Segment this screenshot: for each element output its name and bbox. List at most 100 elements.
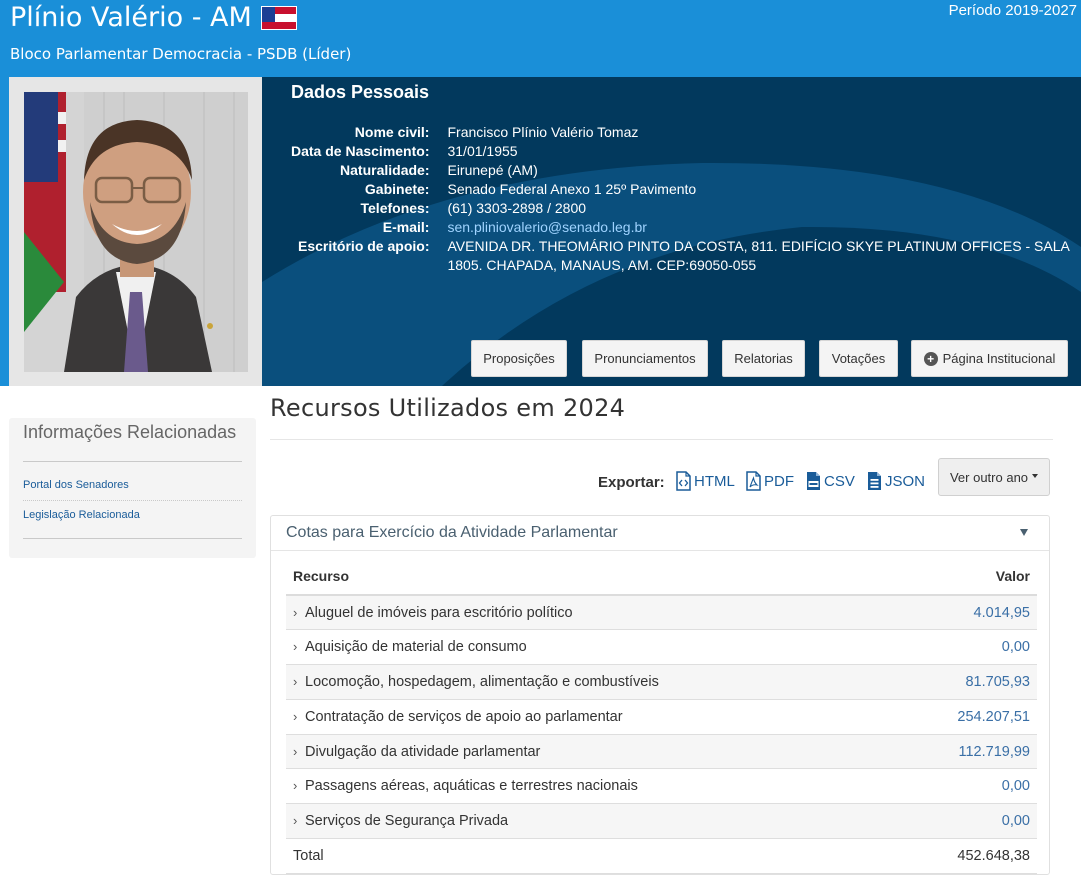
photo-frame — [9, 77, 262, 386]
email-link[interactable]: sen.pliniovalerio@senado.leg.br — [447, 219, 646, 235]
triangle-down-icon — [1020, 529, 1028, 536]
resource-name: › Aquisição de material de consumo — [286, 629, 898, 666]
sidebar-divider — [23, 500, 242, 501]
total-label: Total — [286, 838, 898, 874]
cotas-panel: Cotas para Exercício da Atividade Parlam… — [270, 515, 1050, 875]
votacoes-label: Votações — [831, 351, 886, 366]
resource-value: 4.014,95 — [897, 595, 1037, 631]
table-row[interactable]: › Passagens aéreas, aquáticas e terrestre… — [286, 768, 1037, 805]
pd-label: Nome civil: — [354, 124, 430, 140]
resource-name: › Locomoção, hospedagem, alimentação e co… — [286, 664, 898, 700]
chevron-right-icon: › — [293, 743, 298, 759]
pd-row-gabinete: Gabinete: Senado Federal Anexo 1 25º Pav… — [291, 180, 1081, 199]
sidebar-link-portal-senadores[interactable]: Portal dos Senadores — [23, 479, 129, 491]
pd-label: Telefones: — [360, 200, 430, 216]
ver-outro-ano-label: Ver outro ano — [949, 469, 1029, 485]
table-header-row: Recurso Valor — [286, 558, 1037, 596]
cotas-panel-title: Cotas para Exercício da Atividade Parlam… — [286, 524, 618, 541]
sidebar-divider — [23, 538, 242, 539]
file-pdf-icon — [746, 471, 761, 491]
total-value: 452.648,38 — [897, 838, 1037, 874]
resource-name: › Passagens aéreas, aquáticas e terrestre… — [286, 768, 898, 805]
total-row: Total 452.648,38 — [286, 838, 1037, 874]
pd-value: Francisco Plínio Valério Tomaz — [447, 124, 639, 140]
export-label: Exportar: — [598, 474, 665, 491]
pd-label: Gabinete: — [364, 181, 430, 197]
chevron-right-icon: › — [293, 778, 298, 794]
relatorias-label: Relatorias — [734, 351, 793, 366]
pd-row-naturalidade: Naturalidade: Eirunepé (AM) — [291, 161, 1081, 180]
sidebar-title: Informações Relacionadas — [23, 422, 237, 442]
resource-name: › Aluguel de imóveis para escritório polí… — [286, 595, 898, 631]
export-json-link[interactable]: JSON — [867, 468, 925, 494]
plus-circle-icon: + — [923, 351, 938, 366]
amazonas-flag-icon — [260, 6, 297, 30]
resource-value: 0,00 — [897, 803, 1037, 840]
pd-value: (61) 3303-2898 / 2800 — [447, 200, 587, 216]
action-buttons: Proposições Pronunciamentos Relatorias V… — [262, 340, 1081, 377]
file-code-icon — [676, 471, 691, 491]
title-divider — [270, 439, 1053, 440]
resource-value: 81.705,93 — [897, 664, 1037, 700]
table-row[interactable]: › Aquisição de material de consumo 0,00 — [286, 629, 1037, 666]
export-html-label: HTML — [694, 472, 735, 490]
resource-value: 112.719,99 — [897, 734, 1037, 770]
chevron-right-icon: › — [293, 604, 298, 620]
pagina-institucional-label: Página Institucional — [942, 351, 1056, 366]
resource-value: 0,00 — [897, 629, 1037, 666]
pd-label: Escritório de apoio: — [298, 238, 430, 254]
personal-data-table: Nome civil: Francisco Plínio Valério Tom… — [291, 123, 1081, 275]
caret-down-icon — [1032, 474, 1039, 478]
ver-outro-ano-dropdown[interactable]: Ver outro ano — [938, 458, 1050, 496]
export-pdf-label: PDF — [764, 472, 794, 490]
bloc-label: Bloco Parlamentar Democracia - PSDB (Líd… — [10, 45, 352, 63]
senator-name-text: Plínio Valério - AM — [10, 2, 252, 33]
export-pdf-link[interactable]: PDF — [746, 468, 794, 494]
pd-row-escritorio: Escritório de apoio: AVENIDA DR. THEOMÁR… — [291, 237, 1081, 275]
file-csv-icon — [807, 472, 820, 490]
resource-name: › Divulgação da atividade parlamentar — [286, 734, 898, 770]
export-csv-label: CSV — [824, 472, 855, 490]
export-json-label: JSON — [885, 472, 926, 490]
personal-data-title: Dados Pessoais — [291, 82, 430, 102]
pd-row-telefones: Telefones: (61) 3303-2898 / 2800 — [291, 199, 1081, 218]
page-title: Recursos Utilizados em 2024 — [270, 394, 626, 422]
table-row[interactable]: › Locomoção, hospedagem, alimentação e co… — [286, 664, 1037, 700]
related-info-sidebar: Informações Relacionadas Portal dos Sena… — [9, 418, 256, 558]
pd-value: Eirunepé (AM) — [447, 162, 538, 178]
export-csv-link[interactable]: CSV — [806, 468, 855, 494]
header-band: Plínio Valério - AM Período 2019-2027 Bl… — [0, 0, 1081, 386]
col-recurso-header: Recurso — [286, 558, 898, 596]
votacoes-button[interactable]: Votações — [819, 340, 898, 377]
sidebar-divider — [23, 461, 242, 462]
table-row[interactable]: › Aluguel de imóveis para escritório polí… — [286, 595, 1037, 631]
pd-label: Data de Nascimento: — [291, 143, 430, 159]
pd-value: 31/01/1955 — [447, 143, 518, 159]
chevron-right-icon: › — [293, 673, 298, 689]
period-label: Período 2019-2027 — [948, 2, 1077, 19]
table-row[interactable]: › Serviços de Segurança Privada 0,00 — [286, 803, 1037, 840]
table-row[interactable]: › Contratação de serviços de apoio ao par… — [286, 699, 1037, 735]
proposicoes-button[interactable]: Proposições — [471, 340, 567, 377]
file-json-icon — [868, 472, 881, 490]
export-html-link[interactable]: HTML — [676, 468, 735, 494]
resource-value: 254.207,51 — [897, 699, 1037, 735]
cotas-panel-header[interactable]: Cotas para Exercício da Atividade Parlam… — [271, 516, 1049, 551]
chevron-right-icon: › — [293, 813, 298, 829]
relatorias-button[interactable]: Relatorias — [722, 340, 805, 377]
pagina-institucional-button[interactable]: + Página Institucional — [911, 340, 1068, 377]
resource-value: 0,00 — [897, 768, 1037, 805]
pd-value: Senado Federal Anexo 1 25º Pavimento — [447, 181, 697, 197]
personal-data-panel: Dados Pessoais Nome civil: Francisco Plí… — [262, 77, 1081, 386]
pd-row-nome: Nome civil: Francisco Plínio Valério Tom… — [291, 123, 1081, 142]
chevron-right-icon: › — [293, 708, 298, 724]
table-row[interactable]: › Divulgação da atividade parlamentar 112… — [286, 734, 1037, 770]
chevron-right-icon: › — [293, 639, 298, 655]
pronunciamentos-button[interactable]: Pronunciamentos — [582, 340, 708, 377]
col-valor-header: Valor — [897, 558, 1037, 596]
resource-name: › Contratação de serviços de apoio ao par… — [286, 699, 898, 735]
pd-row-nascimento: Data de Nascimento: 31/01/1955 — [291, 142, 1081, 161]
pd-label: E-mail: — [382, 219, 430, 235]
senator-name: Plínio Valério - AM — [10, 0, 297, 36]
sidebar-link-legislacao[interactable]: Legislação Relacionada — [23, 509, 140, 521]
